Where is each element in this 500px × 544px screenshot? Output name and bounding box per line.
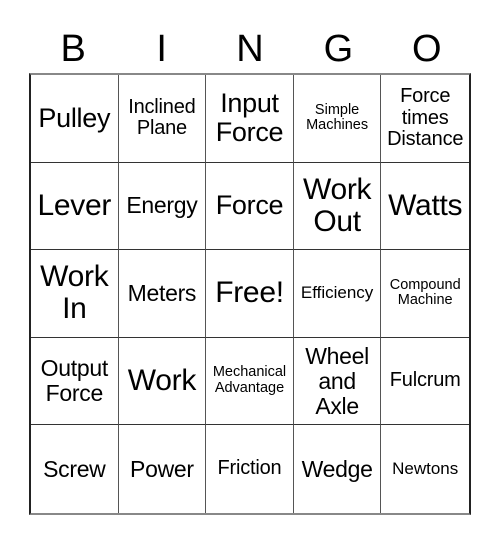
bingo-cell-r5-c3[interactable]: Friction xyxy=(206,425,294,513)
cell-label: Input Force xyxy=(215,88,284,148)
cell-label: Output Force xyxy=(40,355,109,407)
bingo-cell-r3-c5[interactable]: Compound Machine xyxy=(381,250,469,338)
bingo-cell-r1-c4[interactable]: Simple Machines xyxy=(293,75,382,163)
bingo-cell-r1-c1[interactable]: Pulley xyxy=(31,75,119,163)
cell-label: Fulcrum xyxy=(389,369,461,392)
bingo-cell-r4-c5[interactable]: Fulcrum xyxy=(381,338,469,426)
cell-label: Simple Machines xyxy=(306,101,369,134)
cell-label: Force times Distance xyxy=(387,84,464,151)
cell-label: Meters xyxy=(127,280,197,307)
bingo-cell-r2-c2[interactable]: Energy xyxy=(118,162,207,251)
bingo-cell-r3-c2[interactable]: Meters xyxy=(118,250,207,338)
cell-label: Pulley xyxy=(38,102,111,133)
cell-label: Wheel and Axle xyxy=(305,342,369,419)
cell-label: Mechanical Advantage xyxy=(212,364,287,397)
bingo-cell-r1-c5[interactable]: Force times Distance xyxy=(381,75,469,163)
bingo-cell-r5-c2[interactable]: Power xyxy=(119,425,207,513)
bingo-cell-r1-c2[interactable]: Inclined Plane xyxy=(118,75,207,163)
bingo-cell-r4-c2[interactable]: Work xyxy=(118,337,207,426)
cell-label: Wedge xyxy=(301,455,373,482)
bingo-cell-r4-c3[interactable]: Mechanical Advantage xyxy=(206,337,294,426)
bingo-cell-r5-c5[interactable]: Newtons xyxy=(381,425,469,513)
cell-label: Work xyxy=(127,363,197,397)
cell-label: Power xyxy=(130,455,194,482)
free-space-label: Free! xyxy=(215,276,284,310)
cell-label: Force xyxy=(215,190,284,221)
bingo-card-grid: Pulley Inclined Plane Input Force Simple… xyxy=(29,73,471,515)
cell-label: Efficiency xyxy=(300,283,374,303)
bingo-cell-r3-c4[interactable]: Efficiency xyxy=(293,250,382,338)
bingo-cell-free[interactable]: Free! xyxy=(206,250,294,338)
header-letter-g: G xyxy=(323,28,354,70)
bingo-cell-r4-c1[interactable]: Output Force xyxy=(31,337,119,426)
bingo-cell-r2-c1[interactable]: Lever xyxy=(31,162,119,251)
bingo-cell-r2-c5[interactable]: Watts xyxy=(381,163,469,251)
bingo-cell-r3-c1[interactable]: Work In xyxy=(31,250,119,338)
cell-label: Energy xyxy=(126,192,198,219)
cell-label: Compound Machine xyxy=(389,276,461,309)
cell-label: Lever xyxy=(37,188,112,222)
bingo-cell-r1-c3[interactable]: Input Force xyxy=(206,75,294,163)
bingo-cell-r2-c3[interactable]: Force xyxy=(206,162,294,251)
header-letter-o: O xyxy=(412,28,442,70)
header-letter-i: I xyxy=(156,28,167,70)
cell-label: Watts xyxy=(388,188,463,222)
cell-label: Work Out xyxy=(302,172,372,238)
cell-label: Screw xyxy=(43,455,106,482)
header-letter-b: B xyxy=(60,28,86,70)
bingo-cell-r2-c4[interactable]: Work Out xyxy=(293,162,382,251)
bingo-cell-r4-c4[interactable]: Wheel and Axle xyxy=(293,337,382,426)
bingo-header: B I N G O xyxy=(29,26,471,72)
bingo-cell-r5-c1[interactable]: Screw xyxy=(31,425,119,513)
cell-label: Newtons xyxy=(392,459,459,478)
cell-label: Friction xyxy=(217,457,282,480)
cell-label: Inclined Plane xyxy=(128,95,196,140)
bingo-cell-r5-c4[interactable]: Wedge xyxy=(294,425,382,513)
header-letter-n: N xyxy=(236,28,264,70)
cell-label: Work In xyxy=(40,260,109,326)
